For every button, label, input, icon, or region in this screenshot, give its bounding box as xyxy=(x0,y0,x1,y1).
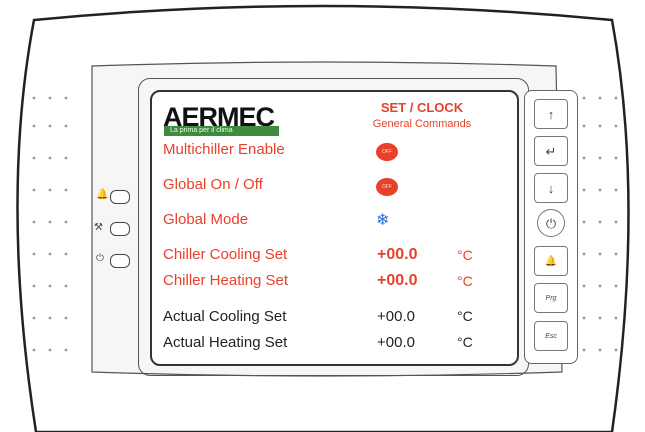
actual-cooling-set-value: +00.0 xyxy=(377,308,415,325)
chiller-heating-set-unit: °C xyxy=(457,273,473,289)
alarm-led-icon: 🔔 xyxy=(96,189,109,200)
actual-cooling-set-unit: °C xyxy=(457,308,473,324)
down-arrow-button[interactable]: ↓ xyxy=(534,173,568,203)
alarm-bell-button[interactable]: 🔔 xyxy=(534,246,568,276)
keypad: ↑ ↵ ↓ ⏻ 🔔 Prg Esc xyxy=(524,90,578,364)
chiller-heating-set-value[interactable]: +00.0 xyxy=(377,272,417,290)
chiller-cooling-set-unit: °C xyxy=(457,247,473,263)
power-led xyxy=(110,254,130,268)
snowflake-icon[interactable]: ❄ xyxy=(376,210,389,230)
wrench-led-icon: ⚒ xyxy=(94,222,103,233)
row-actual-cooling-set-label: Actual Cooling Set xyxy=(163,308,287,325)
esc-button[interactable]: Esc xyxy=(534,321,568,351)
prg-button[interactable]: Prg xyxy=(534,283,568,313)
brand-tagline: La prima per il clima xyxy=(164,126,279,136)
chiller-cooling-set-value[interactable]: +00.0 xyxy=(377,246,417,264)
row-chiller-heating-set-label: Chiller Heating Set xyxy=(163,272,289,289)
page-title: SET / CLOCK xyxy=(380,100,464,115)
page-subtitle: General Commands xyxy=(372,118,472,130)
up-arrow-button[interactable]: ↑ xyxy=(534,99,568,129)
actual-heating-set-value: +00.0 xyxy=(377,334,415,351)
power-button[interactable]: ⏻ xyxy=(537,209,565,237)
row-global-onoff-label: Global On / Off xyxy=(163,176,263,193)
power-led-icon: ⏻ xyxy=(96,253,104,264)
row-multichiller-enable-label: Multichiller Enable xyxy=(163,141,285,158)
global-onoff-toggle[interactable]: OFF xyxy=(376,178,398,196)
multichiller-enable-toggle[interactable]: OFF xyxy=(376,143,398,161)
enter-button[interactable]: ↵ xyxy=(534,136,568,166)
wrench-led xyxy=(110,222,130,236)
row-global-mode-label: Global Mode xyxy=(163,211,249,228)
alarm-led xyxy=(110,190,130,204)
row-chiller-cooling-set-label: Chiller Cooling Set xyxy=(163,246,288,263)
lcd-screen: AERMEC La prima per il clima SET / CLOCK… xyxy=(150,90,519,366)
row-actual-heating-set-label: Actual Heating Set xyxy=(163,334,288,351)
actual-heating-set-unit: °C xyxy=(457,334,473,350)
